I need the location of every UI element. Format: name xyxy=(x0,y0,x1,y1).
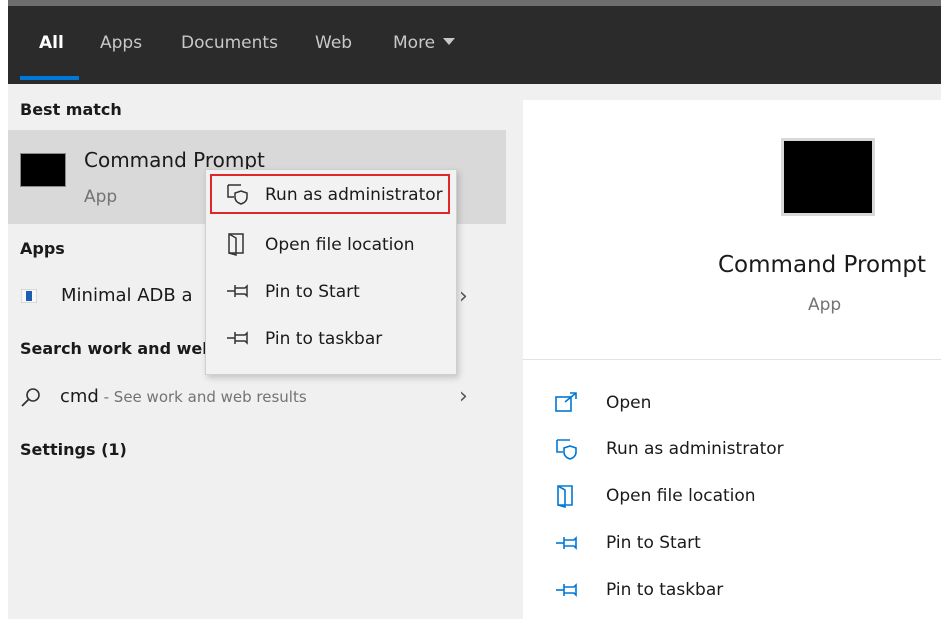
best-match-subtitle: App xyxy=(84,187,118,207)
pin-icon xyxy=(227,284,248,298)
preview-divider xyxy=(523,359,941,360)
open-icon xyxy=(555,392,577,412)
search-hint: - See work and web results xyxy=(98,388,307,406)
action-run-as-administrator-label: Run as administrator xyxy=(606,439,784,459)
pin-icon xyxy=(556,583,577,597)
menu-item-pin-to-taskbar[interactable]: Pin to taskbar xyxy=(210,318,450,358)
apps-heading: Apps xyxy=(20,239,65,258)
tab-more-label: More xyxy=(393,33,436,53)
best-match-heading: Best match xyxy=(20,100,122,119)
start-search-panel: All Apps Documents Web More Best match C… xyxy=(8,0,941,619)
action-pin-to-start-label: Pin to Start xyxy=(606,533,701,553)
action-open-label: Open xyxy=(606,393,652,413)
app-icon xyxy=(21,289,37,303)
folder-icon xyxy=(557,485,573,508)
menu-item-label: Pin to Start xyxy=(265,282,360,302)
search-icon xyxy=(21,388,40,407)
filter-tab-bar: All Apps Documents Web More xyxy=(8,0,941,84)
menu-item-label: Run as administrator xyxy=(265,185,443,205)
tab-more[interactable]: More xyxy=(393,33,456,53)
active-tab-indicator xyxy=(20,76,79,80)
preview-pane: Command Prompt App Open Run as administr… xyxy=(523,100,941,619)
app-result-label: Minimal ADB a xyxy=(61,285,193,306)
pin-icon xyxy=(556,536,577,550)
chevron-right-icon: › xyxy=(459,284,468,309)
folder-icon xyxy=(228,233,244,256)
shield-icon xyxy=(556,439,577,460)
context-menu: Run as administrator Open file location … xyxy=(205,169,457,375)
tab-apps[interactable]: Apps xyxy=(100,33,142,53)
menu-item-label: Pin to taskbar xyxy=(265,329,383,349)
chevron-right-icon: › xyxy=(459,384,468,409)
preview-title: Command Prompt xyxy=(718,252,927,278)
settings-heading: Settings (1) xyxy=(20,440,127,459)
action-pin-to-taskbar-label: Pin to taskbar xyxy=(606,580,724,600)
tab-web[interactable]: Web xyxy=(315,33,352,53)
preview-subtitle: App xyxy=(808,295,842,315)
shield-icon xyxy=(227,184,248,205)
web-search-text: cmd - See work and web results xyxy=(60,386,307,407)
pin-icon xyxy=(227,331,248,345)
tab-all[interactable]: All xyxy=(39,33,64,53)
menu-item-run-as-administrator[interactable]: Run as administrator xyxy=(210,174,450,214)
search-query: cmd xyxy=(60,386,99,407)
caret-down-icon xyxy=(443,38,456,45)
command-prompt-icon xyxy=(20,153,66,187)
menu-item-open-file-location[interactable]: Open file location xyxy=(210,224,450,264)
menu-item-label: Open file location xyxy=(265,235,415,255)
top-strip xyxy=(8,0,941,6)
action-open-file-location-label: Open file location xyxy=(606,486,756,506)
preview-app-icon xyxy=(781,138,875,216)
menu-item-pin-to-start[interactable]: Pin to Start xyxy=(210,271,450,311)
search-web-heading: Search work and web xyxy=(20,339,214,358)
tab-documents[interactable]: Documents xyxy=(181,33,278,53)
